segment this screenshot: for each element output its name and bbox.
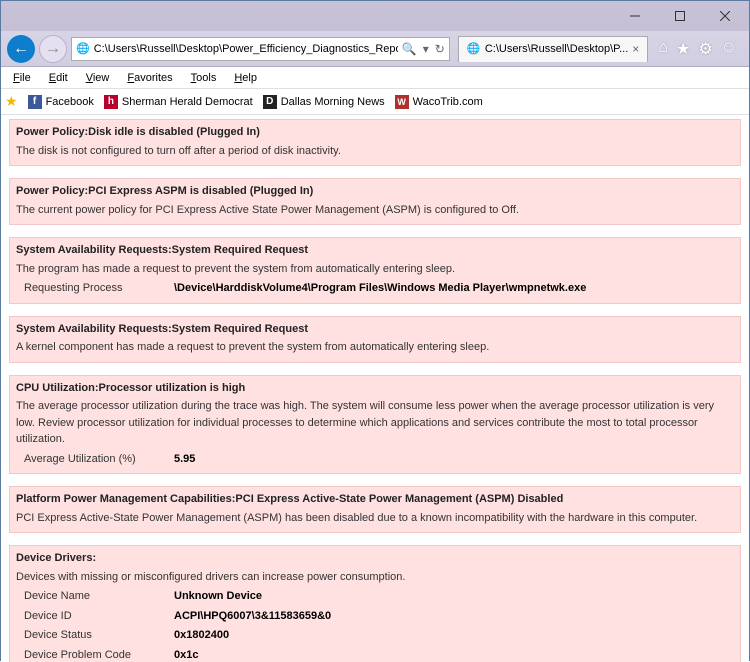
home-icon[interactable]: ⌂ bbox=[658, 39, 668, 59]
dropdown-icon[interactable]: ▾ bbox=[423, 42, 429, 56]
dallas-icon: D bbox=[263, 95, 277, 109]
browser-tab[interactable]: 🌐 C:\Users\Russell\Desktop\P... × bbox=[458, 36, 648, 62]
command-bar: ⌂ ★ ⚙ ☺ bbox=[652, 39, 743, 59]
kv-value: \Device\HarddiskVolume4\Program Files\Wi… bbox=[174, 280, 586, 297]
kv-key: Device ID bbox=[24, 608, 174, 625]
back-button[interactable]: ← bbox=[7, 35, 35, 63]
diagnostic-section: System Availability Requests:System Requ… bbox=[9, 316, 741, 363]
key-value-row: Device Status0x1802400 bbox=[16, 627, 734, 644]
favorite-facebook[interactable]: fFacebook bbox=[28, 95, 94, 109]
close-button[interactable] bbox=[702, 2, 747, 30]
favorites-bar: ★ fFacebook hSherman Herald Democrat DDa… bbox=[1, 89, 749, 115]
diagnostic-section: Power Policy:Disk idle is disabled (Plug… bbox=[9, 119, 741, 166]
key-value-row: Device NameUnknown Device bbox=[16, 588, 734, 605]
menu-favorites[interactable]: Favorites bbox=[119, 70, 180, 86]
key-value-row: Device Problem Code0x1c bbox=[16, 647, 734, 662]
section-title: System Availability Requests:System Requ… bbox=[16, 242, 734, 259]
diagnostic-section: CPU Utilization:Processor utilization is… bbox=[9, 375, 741, 475]
kv-key: Requesting Process bbox=[24, 280, 174, 297]
section-title: Device Drivers: bbox=[16, 550, 734, 567]
menu-edit[interactable]: Edit bbox=[41, 70, 76, 86]
page-content[interactable]: Power Policy:Disk idle is disabled (Plug… bbox=[1, 115, 749, 662]
menu-file[interactable]: File bbox=[5, 70, 39, 86]
navigation-bar: ← → 🌐 🔍 ▾ ↻ 🌐 C:\Users\Russell\Desktop\P… bbox=[1, 31, 749, 67]
minimize-button[interactable] bbox=[612, 2, 657, 30]
key-value-row: Device IDACPI\HPQ6007\3&11583659&0 bbox=[16, 608, 734, 625]
section-body: PCI Express Active-State Power Managemen… bbox=[16, 510, 734, 527]
section-title: CPU Utilization:Processor utilization is… bbox=[16, 380, 734, 397]
section-title: Power Policy:PCI Express ASPM is disable… bbox=[16, 183, 734, 200]
section-body: The average processor utilization during… bbox=[16, 398, 734, 448]
tab-close-icon[interactable]: × bbox=[632, 42, 639, 56]
kv-key: Device Status bbox=[24, 627, 174, 644]
menu-tools[interactable]: Tools bbox=[183, 70, 225, 86]
page-icon: 🌐 bbox=[76, 42, 90, 55]
favorite-sherman[interactable]: hSherman Herald Democrat bbox=[104, 95, 253, 109]
kv-key: Device Problem Code bbox=[24, 647, 174, 662]
maximize-button[interactable] bbox=[657, 2, 702, 30]
search-icon[interactable]: 🔍 bbox=[402, 42, 417, 56]
herald-icon: h bbox=[104, 95, 118, 109]
refresh-icon[interactable]: ↻ bbox=[435, 42, 445, 56]
kv-value: 5.95 bbox=[174, 451, 195, 468]
window-titlebar bbox=[1, 1, 749, 31]
diagnostic-section: Platform Power Management Capabilities:P… bbox=[9, 486, 741, 533]
address-bar[interactable]: 🌐 🔍 ▾ ↻ bbox=[71, 37, 450, 61]
kv-value: ACPI\HPQ6007\3&11583659&0 bbox=[174, 608, 331, 625]
section-body: The disk is not configured to turn off a… bbox=[16, 143, 734, 160]
ie-icon: 🌐 bbox=[467, 42, 481, 56]
section-title: Platform Power Management Capabilities:P… bbox=[16, 491, 734, 508]
tab-title: C:\Users\Russell\Desktop\P... bbox=[485, 43, 628, 55]
menu-help[interactable]: Help bbox=[226, 70, 265, 86]
section-body: A kernel component has made a request to… bbox=[16, 339, 734, 356]
smiley-icon[interactable]: ☺ bbox=[721, 39, 737, 59]
favorite-dallas[interactable]: DDallas Morning News bbox=[263, 95, 385, 109]
kv-key: Device Name bbox=[24, 588, 174, 605]
forward-button[interactable]: → bbox=[39, 35, 67, 63]
kv-value: 0x1c bbox=[174, 647, 198, 662]
key-value-row: Average Utilization (%)5.95 bbox=[16, 451, 734, 468]
kv-key: Average Utilization (%) bbox=[24, 451, 174, 468]
diagnostic-section: Power Policy:PCI Express ASPM is disable… bbox=[9, 178, 741, 225]
waco-icon: W bbox=[395, 95, 409, 109]
kv-value: Unknown Device bbox=[174, 588, 262, 605]
section-body: The current power policy for PCI Express… bbox=[16, 202, 734, 219]
diagnostic-section: Device Drivers: Devices with missing or m… bbox=[9, 545, 741, 662]
settings-gear-icon[interactable]: ⚙ bbox=[698, 39, 712, 59]
add-favorite-icon[interactable]: ★ bbox=[5, 93, 18, 110]
diagnostic-section: System Availability Requests:System Requ… bbox=[9, 237, 741, 304]
facebook-icon: f bbox=[28, 95, 42, 109]
section-title: System Availability Requests:System Requ… bbox=[16, 321, 734, 338]
menu-bar: File Edit View Favorites Tools Help bbox=[1, 67, 749, 89]
section-body: Devices with missing or misconfigured dr… bbox=[16, 569, 734, 586]
section-title: Power Policy:Disk idle is disabled (Plug… bbox=[16, 124, 734, 141]
favorites-star-icon[interactable]: ★ bbox=[676, 39, 690, 59]
menu-view[interactable]: View bbox=[78, 70, 118, 86]
key-value-row: Requesting Process\Device\HarddiskVolume… bbox=[16, 280, 734, 297]
url-input[interactable] bbox=[94, 43, 398, 55]
kv-value: 0x1802400 bbox=[174, 627, 229, 644]
section-body: The program has made a request to preven… bbox=[16, 261, 734, 278]
tab-strip: 🌐 C:\Users\Russell\Desktop\P... × bbox=[458, 36, 648, 62]
favorite-waco[interactable]: WWacoTrib.com bbox=[395, 95, 483, 109]
